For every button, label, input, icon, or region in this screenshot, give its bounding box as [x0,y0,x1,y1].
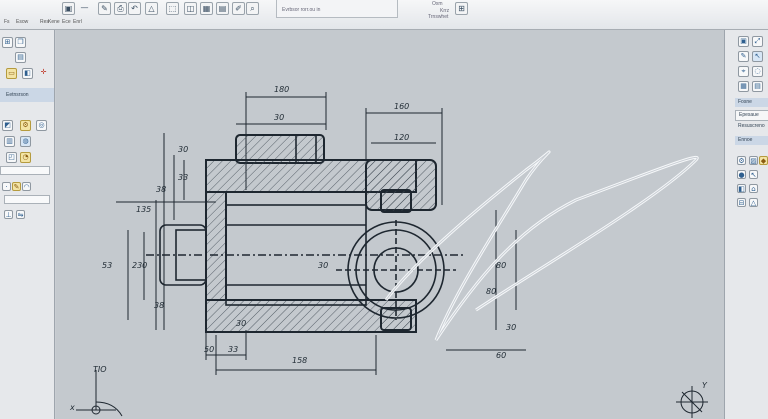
dim-left-38: 38 [156,185,166,194]
select-icon[interactable]: ⬚ [166,2,179,15]
table-icon[interactable]: ▤ [216,2,229,15]
pin-icon[interactable]: ⊞ [455,2,468,15]
warning-icon[interactable]: △ [749,198,758,207]
zoom-icon[interactable]: ⌕ [246,2,259,15]
triangle-icon[interactable]: △ [145,2,158,15]
dim-bottom-33: 33 [228,345,238,354]
dim-bottom-60: 60 [496,351,506,360]
grid-toggle-icon[interactable]: ▦ [738,81,749,92]
layer-icon[interactable]: ◧ [737,184,746,193]
menu-item-file[interactable]: Fs [4,19,10,25]
lock-icon[interactable]: ⌂ [749,184,758,193]
copy-icon[interactable]: ❐ [15,37,26,48]
cursor-small-icon[interactable]: ↖ [749,170,758,179]
dim-bottom-158: 158 [292,356,307,365]
move-icon[interactable]: ✛ [38,68,49,79]
ribbon-option-top[interactable]: Oxm [432,1,443,7]
dim-left-230: 230 [132,261,147,270]
edit-icon[interactable]: ✐ [232,2,245,15]
menu-bar: Fs Esow Res Kene Ece Enrl ▣ — ✎ ⎙ ↶ △ ⬚ … [0,0,768,30]
menu-item-edit[interactable]: Esow [16,19,28,25]
ribbon-label: Evrbsor rorr.ou in [282,7,321,13]
dim-mid-30-b: 30 [236,319,246,328]
dim-right-80-a: 80 [496,261,506,270]
hole-icon[interactable]: ◎ [36,120,47,131]
image-icon[interactable]: ▨ [749,156,758,165]
menu-item-tools[interactable]: Ece [62,19,71,25]
document-icon[interactable]: ▤ [15,52,26,63]
fillet-icon[interactable]: ◔ [20,152,31,163]
property-row-2: Resuscreno [738,123,765,129]
ribbon-option-bottom[interactable]: Trnswhet [428,14,448,20]
dim-left-135: 135 [136,205,151,214]
new-part-icon[interactable]: ⊞ [2,37,13,48]
point-icon[interactable]: · [2,182,11,191]
extrude-icon[interactable]: ▥ [4,136,15,147]
part-outline [205,134,437,333]
print-icon[interactable]: ⎙ [114,2,127,15]
record-icon[interactable]: ● [737,170,746,179]
sketch-icon[interactable]: ✎ [98,2,111,15]
mirror-icon[interactable]: ⇋ [16,210,25,219]
gear-icon[interactable]: ⚙ [20,120,31,131]
right-property-panel: ▣ ⤢ ✎ ↖ ⌖ ◌ ▦ ▤ Fosne Epesaue Resuscreno… [724,30,768,419]
dim-mid-30-a: 30 [318,261,328,270]
fit-icon[interactable]: ⤢ [752,36,763,47]
drawing-canvas[interactable]: 180 30 160 120 30 33 38 135 53 230 38 30… [56,30,724,419]
menu-item-window[interactable]: Enrl [73,19,82,25]
dim-top-180: 180 [274,85,289,94]
parameter-field[interactable] [4,195,50,204]
dim-right-30: 30 [506,323,516,332]
axis-label-x: x [69,403,75,412]
axis-triad-right [676,386,708,418]
axis-label-top: TIO [93,365,107,374]
dim-top-30: 30 [274,113,284,122]
line-icon[interactable]: — [78,2,91,15]
property-row-3[interactable]: Ennoe [735,136,768,145]
sketch-tool-icon[interactable]: ✎ [12,182,21,191]
folder-icon[interactable]: ▭ [6,68,17,79]
dim-right-80-b: 80 [486,287,496,296]
axis-triad-left [76,370,123,417]
highlight-icon[interactable]: ◆ [759,156,768,165]
properties-title: Fosne [735,98,768,107]
gear-icon[interactable]: ⚙ [737,156,746,165]
property-field[interactable] [0,166,50,175]
view-icon[interactable]: ▣ [738,36,749,47]
orbit-icon[interactable]: ◌ [752,66,763,77]
left-tool-panel: ⊞ ❐ ▤ ▭ ◧ ✛ Eetnsrson ◩ ⚙ ◎ ▥ ◍ ◰ ◔ · ✎ … [0,30,55,419]
property-row-1[interactable]: Epesaue [735,110,768,121]
panel-header: Eetnsrson [0,88,54,102]
dimension-icon[interactable]: ⊟ [737,198,746,207]
sheet-icon[interactable]: ▤ [752,81,763,92]
axis-label-y: Y [702,381,708,390]
grid-icon[interactable]: ▦ [200,2,213,15]
dim-bottom-50: 50 [204,345,214,354]
sweep-icon[interactable]: ◰ [6,152,17,163]
menu-item-insert[interactable]: Kene [48,19,60,25]
dim-top-120: 120 [394,133,409,142]
constraint-icon[interactable]: ⊥ [4,210,13,219]
pencil-icon[interactable]: ✎ [738,51,749,62]
measure-icon[interactable]: ⌖ [738,66,749,77]
layers-icon[interactable]: ◧ [22,68,33,79]
dim-left-33: 33 [178,173,188,182]
undo-icon[interactable]: ↶ [128,2,141,15]
select-box-icon[interactable]: ◫ [184,2,197,15]
revolve-icon[interactable]: ◍ [20,136,31,147]
cursor-icon[interactable]: ↖ [752,51,763,62]
arc-icon[interactable]: ◠ [22,182,31,191]
dim-left-30: 30 [178,145,188,154]
dim-left-53: 53 [102,261,112,270]
save-icon[interactable]: ▣ [62,2,75,15]
technical-drawing: 180 30 160 120 30 33 38 135 53 230 38 30… [69,85,708,418]
dim-top-160: 160 [394,102,409,111]
plane-icon[interactable]: ◩ [2,120,13,131]
dim-left-38-b: 38 [154,301,164,310]
